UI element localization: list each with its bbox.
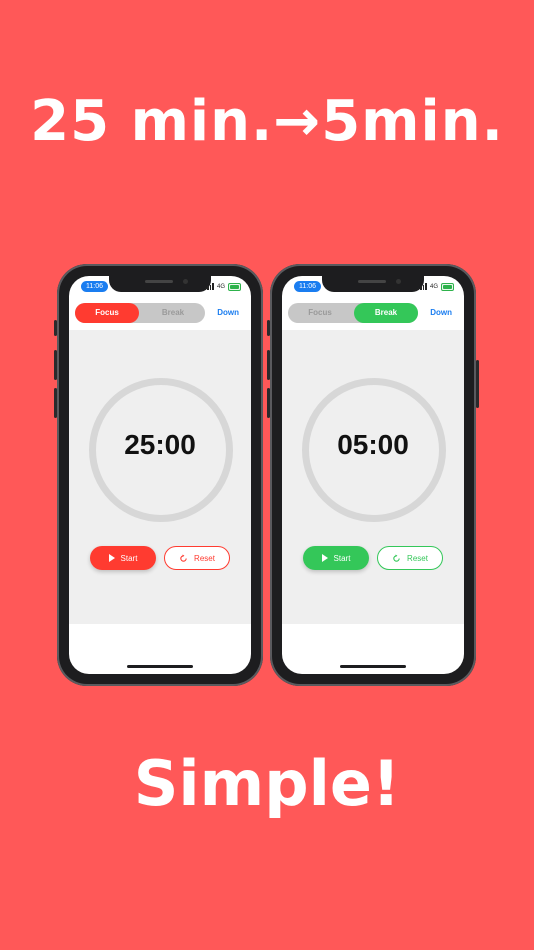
side-button (267, 350, 270, 380)
home-indicator[interactable] (127, 665, 193, 668)
down-button[interactable]: Down (430, 303, 452, 323)
battery-icon (228, 282, 241, 291)
speaker (145, 280, 173, 283)
signal-icon (204, 283, 214, 290)
play-icon (108, 554, 115, 562)
camera (183, 279, 188, 284)
timer-display: 05:00 (337, 429, 409, 460)
notch (322, 276, 424, 292)
status-time: 11:06 (294, 281, 321, 292)
battery-icon (441, 282, 454, 291)
reset-button[interactable]: Reset (164, 546, 230, 570)
timer-panel: 05:00 Start Reset (282, 330, 464, 624)
signal-icon (417, 283, 427, 290)
timer-panel: 25:00 Start Reset (69, 330, 251, 624)
network-label: 4G (216, 283, 225, 290)
side-button (54, 388, 57, 418)
start-label: Start (333, 553, 351, 563)
notch (109, 276, 211, 292)
start-button[interactable]: Start (303, 546, 369, 570)
mode-segmented-control[interactable]: Focus Break (75, 303, 205, 323)
tab-focus[interactable]: Focus (75, 303, 139, 323)
reset-icon (180, 554, 187, 562)
phone-screen: 11:06 4G Focus Break Down 05:00 Start Re (282, 276, 464, 674)
start-label: Start (120, 553, 138, 563)
tab-break[interactable]: Break (354, 303, 418, 323)
status-indicators: 4G (417, 281, 454, 292)
play-icon (321, 554, 328, 562)
status-time: 11:06 (81, 281, 108, 292)
side-button (476, 360, 479, 408)
reset-icon (393, 554, 400, 562)
down-button[interactable]: Down (217, 303, 239, 323)
side-button (54, 350, 57, 380)
side-button (267, 320, 270, 336)
network-label: 4G (429, 283, 438, 290)
side-button (54, 320, 57, 336)
side-button (267, 388, 270, 418)
speaker (358, 280, 386, 283)
phone-focus: 11:06 4G Focus Break Down 25:00 Start Re (54, 264, 263, 686)
home-indicator[interactable] (340, 665, 406, 668)
reset-label: Reset (407, 553, 428, 563)
reset-label: Reset (194, 553, 215, 563)
footer-tagline: Simple! (133, 747, 401, 820)
timer-display: 25:00 (124, 429, 196, 460)
headline: 25 min.→5min. (30, 89, 504, 154)
tab-focus[interactable]: Focus (288, 303, 352, 323)
camera (396, 279, 401, 284)
phone-break: 11:06 4G Focus Break Down 05:00 Start Re (267, 264, 479, 686)
start-button[interactable]: Start (90, 546, 156, 570)
phone-screen: 11:06 4G Focus Break Down 25:00 Start Re (69, 276, 251, 674)
mode-segmented-control[interactable]: Focus Break (288, 303, 418, 323)
status-indicators: 4G (204, 281, 241, 292)
reset-button[interactable]: Reset (377, 546, 443, 570)
tab-break[interactable]: Break (141, 303, 205, 323)
